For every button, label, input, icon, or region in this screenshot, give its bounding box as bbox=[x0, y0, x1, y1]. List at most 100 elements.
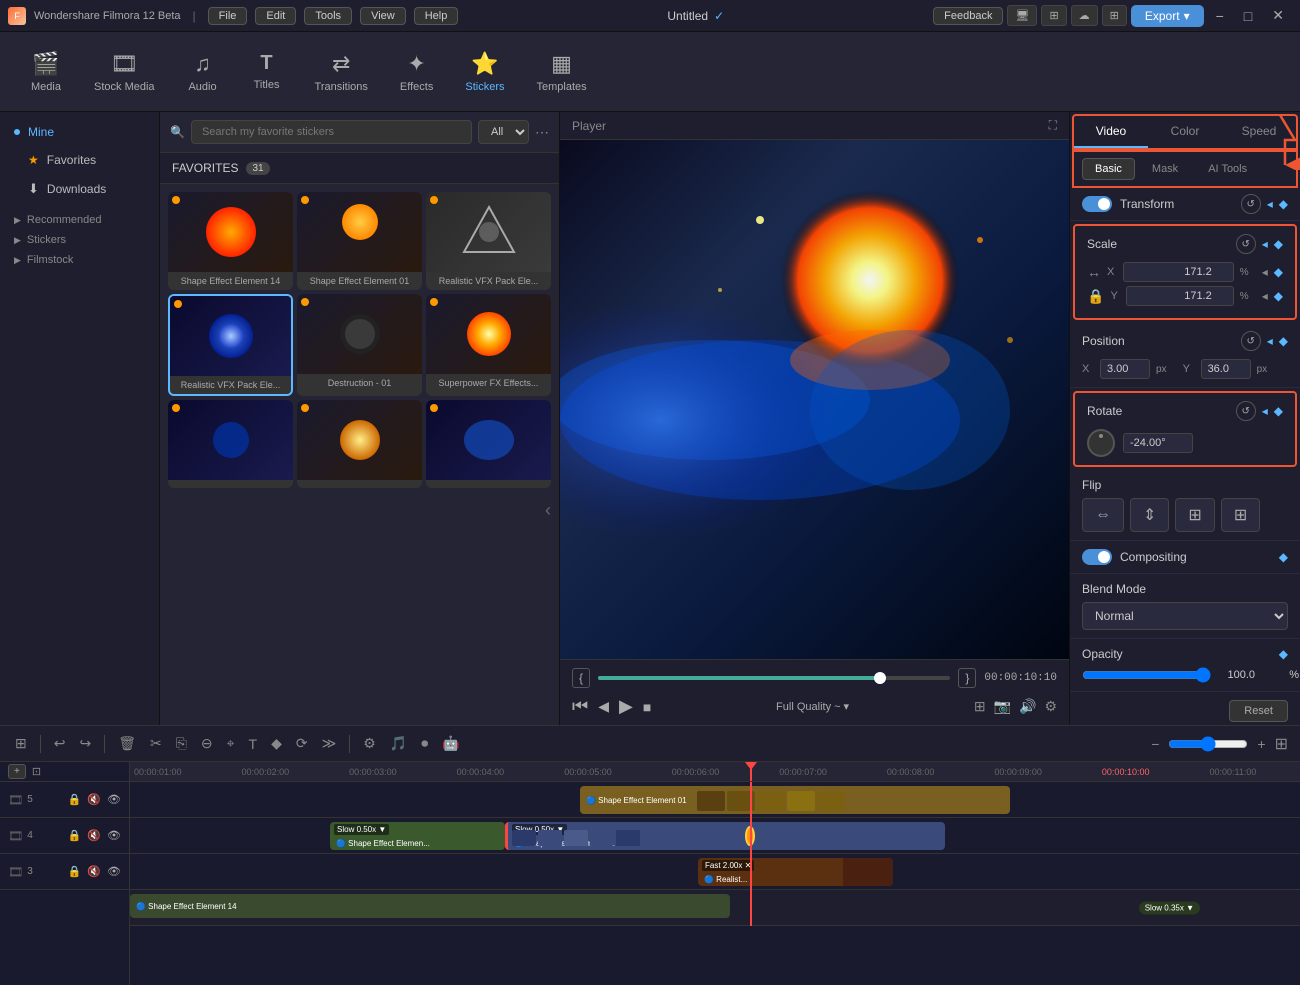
flip-option-4[interactable]: ⊞ bbox=[1221, 498, 1260, 532]
compositing-toggle[interactable] bbox=[1082, 549, 1112, 565]
audio-separate-button[interactable]: 🎵 bbox=[387, 732, 410, 755]
sidebar-item-stickers[interactable]: ▶ Stickers bbox=[0, 230, 159, 250]
undo-button[interactable]: ↩ bbox=[51, 732, 69, 755]
scale-keyframe-icon[interactable]: ◆ bbox=[1274, 237, 1283, 251]
zoom-out-button[interactable]: − bbox=[1148, 733, 1162, 755]
pos-keyframe-icon[interactable]: ◆ bbox=[1279, 334, 1288, 348]
maximize-button[interactable]: □ bbox=[1236, 6, 1260, 26]
scale-y-keyframe-icon[interactable]: ◆ bbox=[1274, 289, 1283, 303]
mute-track-4-icon[interactable]: 🔇 bbox=[87, 829, 101, 842]
snap-button[interactable]: ⊡ bbox=[32, 765, 41, 778]
clip-slow-2[interactable]: Slow 0.50x ▼ 🔵 Shape Effect Element 01 bbox=[505, 822, 945, 850]
cut-button[interactable]: ✂ bbox=[147, 732, 165, 755]
sticker-card-6[interactable]: Superpower FX Effects... bbox=[426, 294, 551, 396]
close-button[interactable]: ✕ bbox=[1264, 5, 1292, 26]
tools-menu-button[interactable]: Tools bbox=[304, 7, 352, 25]
sub-tab-mask[interactable]: Mask bbox=[1139, 158, 1191, 180]
fullscreen-icon-button[interactable]: ⊞ bbox=[1041, 5, 1066, 26]
filter-select[interactable]: All bbox=[478, 120, 529, 144]
progress-bar[interactable] bbox=[598, 676, 950, 680]
scale-arrow-icon[interactable]: ◂ bbox=[1262, 237, 1268, 251]
clip-shape-effect-01[interactable]: 🔵 Shape Effect Element 01 bbox=[580, 786, 1010, 814]
color-match-button[interactable]: ⟳ bbox=[293, 732, 311, 755]
grid-view-button[interactable]: ⊞ bbox=[12, 732, 30, 755]
scale-y-arrow-icon[interactable]: ◂ bbox=[1262, 289, 1268, 303]
blend-mode-select[interactable]: Normal Dissolve Multiply Screen Overlay bbox=[1082, 602, 1288, 630]
toolbar-media[interactable]: 🎬 Media bbox=[16, 45, 76, 99]
more-effects-button[interactable]: ≫ bbox=[319, 732, 340, 755]
scale-x-arrow-icon[interactable]: ◂ bbox=[1262, 265, 1268, 279]
toolbar-templates[interactable]: ▦ Templates bbox=[522, 45, 600, 99]
crop-button[interactable]: ⌖ bbox=[224, 732, 238, 755]
rewind-button[interactable]: ⏮ bbox=[572, 696, 588, 717]
position-x-input[interactable]: 3.00 bbox=[1100, 359, 1150, 379]
edit-menu-button[interactable]: Edit bbox=[255, 7, 296, 25]
flip-option-3[interactable]: ⊞ bbox=[1175, 498, 1214, 532]
scale-x-input[interactable]: 171.2 bbox=[1123, 262, 1234, 282]
keyframe-icon[interactable]: ◆ bbox=[1279, 197, 1288, 211]
feedback-button[interactable]: Feedback bbox=[933, 7, 1003, 25]
scale-y-input[interactable]: 171.2 bbox=[1126, 286, 1233, 306]
lock-track-3-icon[interactable]: 🔒 bbox=[68, 865, 82, 878]
toolbar-stock-media[interactable]: 🎞 Stock Media bbox=[80, 45, 169, 99]
sub-tab-basic[interactable]: Basic bbox=[1082, 158, 1135, 180]
help-menu-button[interactable]: Help bbox=[414, 7, 459, 25]
toolbar-transitions[interactable]: ⇄ Transitions bbox=[301, 45, 382, 99]
search-input[interactable] bbox=[191, 120, 472, 144]
flip-vertical-button[interactable]: ⇕ bbox=[1130, 498, 1169, 532]
clip-fast-1[interactable]: Fast 2.00x ✕ 🔵 Realist... bbox=[698, 858, 893, 886]
rotate-arrow-icon[interactable]: ◂ bbox=[1262, 404, 1268, 418]
keyframe-button[interactable]: ◆ bbox=[268, 732, 285, 755]
mute-button[interactable]: ⊖ bbox=[198, 732, 216, 755]
visibility-track-5-icon[interactable]: 👁 bbox=[107, 793, 121, 806]
reset-transform-icon[interactable]: ↺ bbox=[1241, 194, 1261, 214]
settings-button[interactable]: ⚙ bbox=[1044, 698, 1057, 715]
mute-track-5-icon[interactable]: 🔇 bbox=[87, 793, 101, 806]
reset-scale-icon[interactable]: ↺ bbox=[1236, 234, 1256, 254]
collapse-panel-button[interactable]: ‹ bbox=[160, 496, 559, 525]
compositing-keyframe-icon[interactable]: ◆ bbox=[1279, 550, 1288, 564]
player-expand-icon[interactable]: ⛶ bbox=[1049, 118, 1057, 133]
add-track-button[interactable]: + bbox=[8, 764, 26, 779]
toolbar-effects[interactable]: ✦ Effects bbox=[386, 45, 447, 99]
sidebar-item-recommended[interactable]: ▶ Recommended bbox=[0, 210, 159, 230]
view-menu-button[interactable]: View bbox=[360, 7, 406, 25]
clip-shape-effect-14[interactable]: 🔵 Shape Effect Element 14 bbox=[130, 894, 730, 918]
sidebar-item-downloads[interactable]: ⬇ Downloads bbox=[0, 174, 159, 204]
tab-video[interactable]: Video bbox=[1074, 116, 1148, 148]
feedback-button[interactable]: File bbox=[208, 7, 248, 25]
clip-slow-1[interactable]: Slow 0.50x ▼ 🔵 Shape Effect Elemen... bbox=[330, 822, 505, 850]
more-options-icon[interactable]: ⋯ bbox=[535, 124, 549, 141]
opacity-slider[interactable] bbox=[1082, 667, 1211, 683]
sticker-card-1[interactable]: Shape Effect Element 14 bbox=[168, 192, 293, 290]
sticker-card-4[interactable]: Realistic VFX Pack Ele... bbox=[168, 294, 293, 396]
lock-track-4-icon[interactable]: 🔒 bbox=[68, 829, 82, 842]
text-button[interactable]: T bbox=[246, 733, 261, 755]
volume-button[interactable]: 🔊 bbox=[1019, 698, 1036, 715]
in-point-button[interactable]: { bbox=[572, 668, 590, 688]
grid-icon-button[interactable]: ⊞ bbox=[1102, 5, 1127, 26]
sticker-card-9[interactable] bbox=[426, 400, 551, 488]
toolbar-stickers[interactable]: ⭐ Stickers bbox=[451, 45, 518, 99]
prev-frame-button[interactable]: ◀ bbox=[598, 698, 609, 715]
sticker-card-7[interactable] bbox=[168, 400, 293, 488]
reset-rotate-icon[interactable]: ↺ bbox=[1236, 401, 1256, 421]
mute-track-3-icon[interactable]: 🔇 bbox=[87, 865, 101, 878]
rotate-input[interactable]: -24.00° bbox=[1123, 433, 1193, 453]
settings-tl-button[interactable]: ⚙ bbox=[360, 732, 379, 755]
pos-arrow-icon[interactable]: ◂ bbox=[1267, 334, 1273, 348]
rotate-dial[interactable] bbox=[1087, 429, 1115, 457]
lock-track-5-icon[interactable]: 🔒 bbox=[68, 793, 82, 806]
zoom-in-button[interactable]: + bbox=[1254, 733, 1268, 755]
sidebar-item-filmstock[interactable]: ▶ Filmstock bbox=[0, 250, 159, 270]
sticker-card-5[interactable]: Destruction - 01 bbox=[297, 294, 422, 396]
scale-x-keyframe-icon[interactable]: ◆ bbox=[1274, 265, 1283, 279]
sidebar-item-favorites[interactable]: ★ Favorites bbox=[0, 146, 159, 174]
reset-button[interactable]: Reset bbox=[1229, 700, 1288, 722]
tab-color[interactable]: Color bbox=[1148, 116, 1222, 148]
rotate-keyframe-icon[interactable]: ◆ bbox=[1274, 404, 1283, 418]
transform-toggle[interactable] bbox=[1082, 196, 1112, 212]
stop-button[interactable]: ■ bbox=[643, 699, 651, 715]
visibility-track-3-icon[interactable]: 👁 bbox=[107, 865, 121, 878]
play-button[interactable]: ▶ bbox=[619, 696, 633, 717]
